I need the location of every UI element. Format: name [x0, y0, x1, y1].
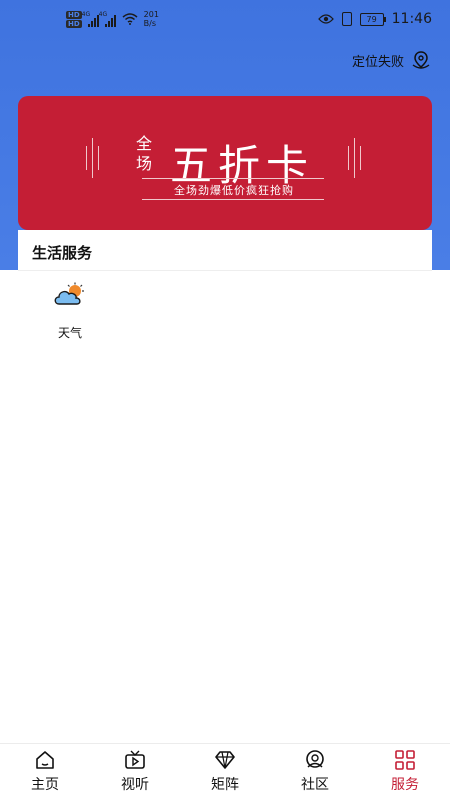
banner-divider-bottom — [142, 199, 324, 200]
speed-unit: B/s — [143, 19, 157, 28]
nav-label: 社区 — [301, 777, 329, 793]
service-label: 天气 — [57, 326, 82, 340]
grid-icon — [395, 750, 415, 770]
bottom-nav: 主页 视听 矩阵 社区 服务 — [0, 743, 450, 800]
clock: 11:46 — [391, 11, 432, 27]
nav-item-home[interactable]: 主页 — [0, 744, 90, 800]
location-label: 定位失败 — [351, 54, 404, 70]
location-status[interactable]: 定位失败 — [352, 50, 432, 70]
status-left: HD HD 4G 4G 201 B/s — [66, 10, 159, 28]
hd-label-2: HD — [66, 19, 82, 28]
nav-label: 矩阵 — [211, 777, 239, 793]
nav-label: 服务 — [391, 777, 419, 793]
community-icon — [306, 750, 324, 768]
nav-item-service[interactable]: 服务 — [360, 744, 450, 800]
hd-label-1: HD — [66, 10, 82, 19]
banner-decoration-left — [86, 138, 99, 178]
weather-cloud-sun-icon — [54, 282, 84, 305]
section-header: 生活服务 — [18, 230, 432, 271]
network-speed: 201 B/s — [144, 10, 159, 28]
network-label-1: 4G — [81, 11, 91, 18]
battery-level: 79 — [366, 14, 377, 24]
banner-divider-top — [142, 178, 324, 179]
diamond-icon — [215, 751, 235, 769]
signal-1: 4G — [82, 11, 99, 27]
status-bar: HD HD 4G 4G 201 B/s 79 11:46 — [0, 0, 450, 40]
speed-value: 201 — [143, 10, 159, 19]
service-item-weather[interactable]: 天气 — [48, 282, 92, 341]
wifi-icon — [122, 13, 138, 25]
banner-subtitle: 全场劲爆低价疯狂抢购 — [174, 184, 294, 197]
section-title: 生活服务 — [32, 244, 93, 262]
nav-item-video[interactable]: 视听 — [90, 744, 180, 800]
nav-item-matrix[interactable]: 矩阵 — [180, 744, 270, 800]
nav-label: 视听 — [121, 777, 149, 793]
vibrate-icon — [341, 12, 352, 26]
home-icon — [36, 751, 54, 769]
promo-banner[interactable]: 全 场 五折卡 全场劲爆低价疯狂抢购 — [18, 96, 432, 230]
location-pin-icon — [412, 51, 430, 69]
banner-decoration-right — [348, 138, 361, 178]
nav-label: 主页 — [31, 777, 59, 793]
hd-indicator: HD HD — [66, 10, 82, 28]
video-icon — [125, 750, 145, 769]
battery-icon: 79 — [359, 12, 386, 26]
banner-small-text: 全 场 — [136, 134, 153, 173]
signal-2: 4G — [99, 11, 116, 27]
network-label-2: 4G — [98, 11, 108, 18]
status-right: 79 11:46 — [317, 11, 432, 27]
banner-content: 全 场 五折卡 全场劲爆低价疯狂抢购 — [18, 96, 432, 230]
nav-item-community[interactable]: 社区 — [270, 744, 360, 800]
eye-icon — [317, 14, 334, 24]
